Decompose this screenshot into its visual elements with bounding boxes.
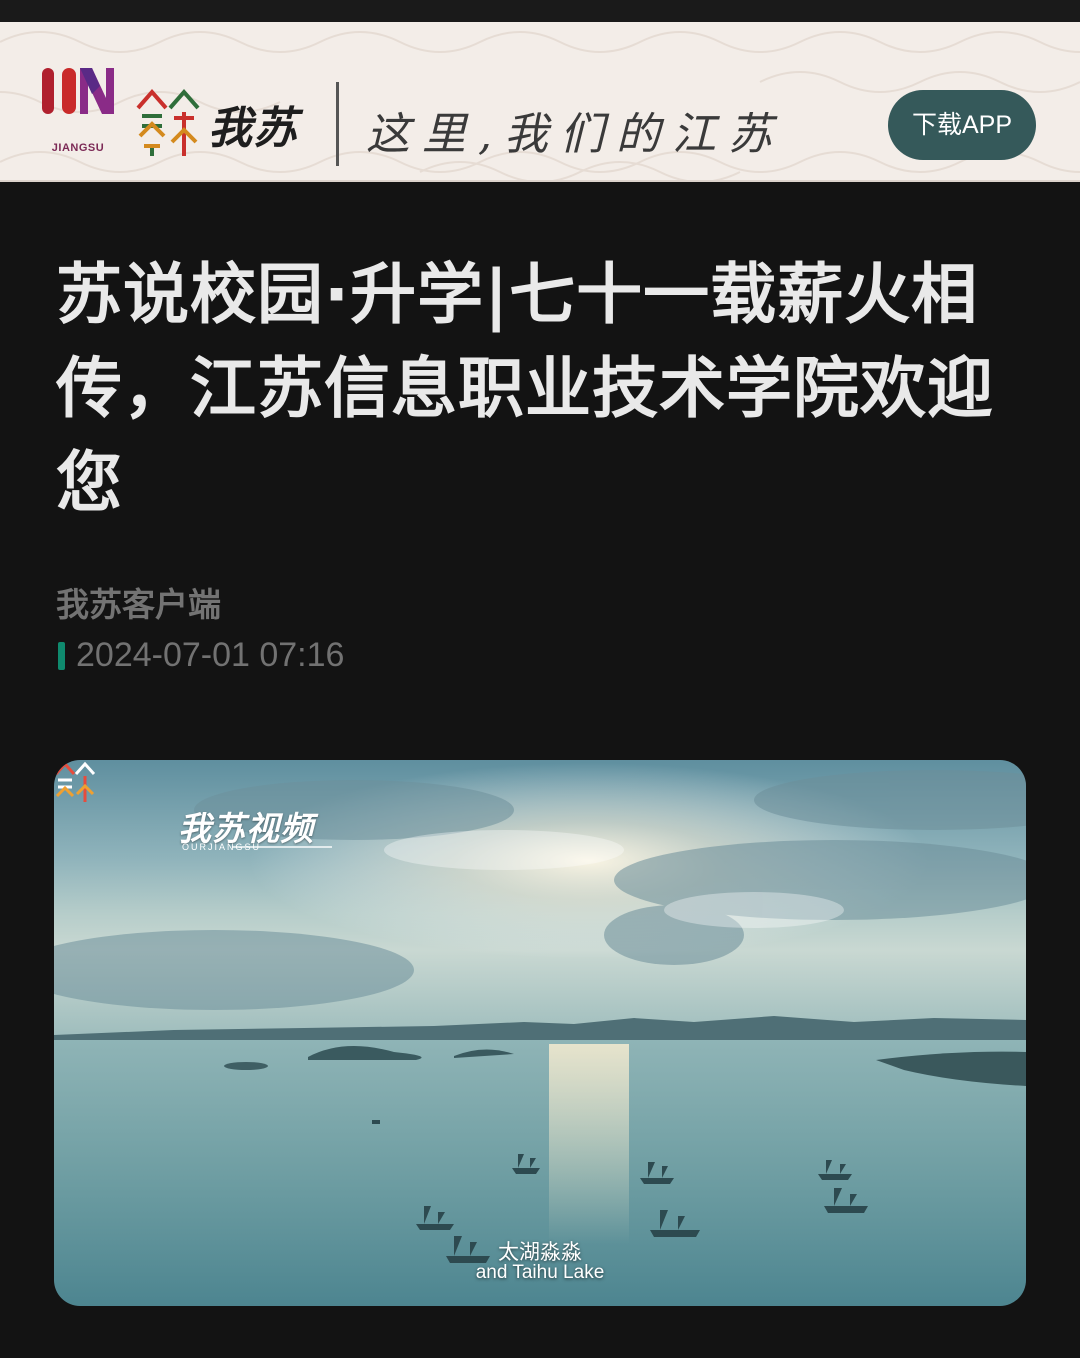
watermark-underline	[232, 846, 332, 848]
article-title: 苏说校园·升学|七十一载薪火相传，江苏信息职业技术学院欢迎您	[56, 256, 994, 521]
wosu-mark-icon	[136, 88, 200, 156]
app-promo-banner[interactable]: JIANGSU 我苏 这里,我们的江苏 下载APP	[0, 22, 1080, 182]
banner-divider	[336, 82, 339, 166]
video-player[interactable]: 我苏视频 OURJIANGSU 太湖淼淼 and Taihu Lake	[54, 760, 1026, 1306]
download-app-button[interactable]: 下载APP	[888, 90, 1036, 160]
banner-slogan: 这里,我们的江苏	[366, 109, 784, 160]
logo-subtext: JIANGSU	[51, 142, 105, 154]
video-watermark-icon	[54, 761, 96, 802]
status-strip	[0, 0, 1080, 22]
article-source[interactable]: 我苏客户端	[56, 578, 221, 626]
date-accent-bar	[58, 642, 65, 670]
publish-date: 2024-07-01 07:16	[76, 636, 345, 674]
video-subtitle-en: and Taihu Lake	[475, 1262, 605, 1283]
brand-name: 我苏	[208, 103, 298, 154]
